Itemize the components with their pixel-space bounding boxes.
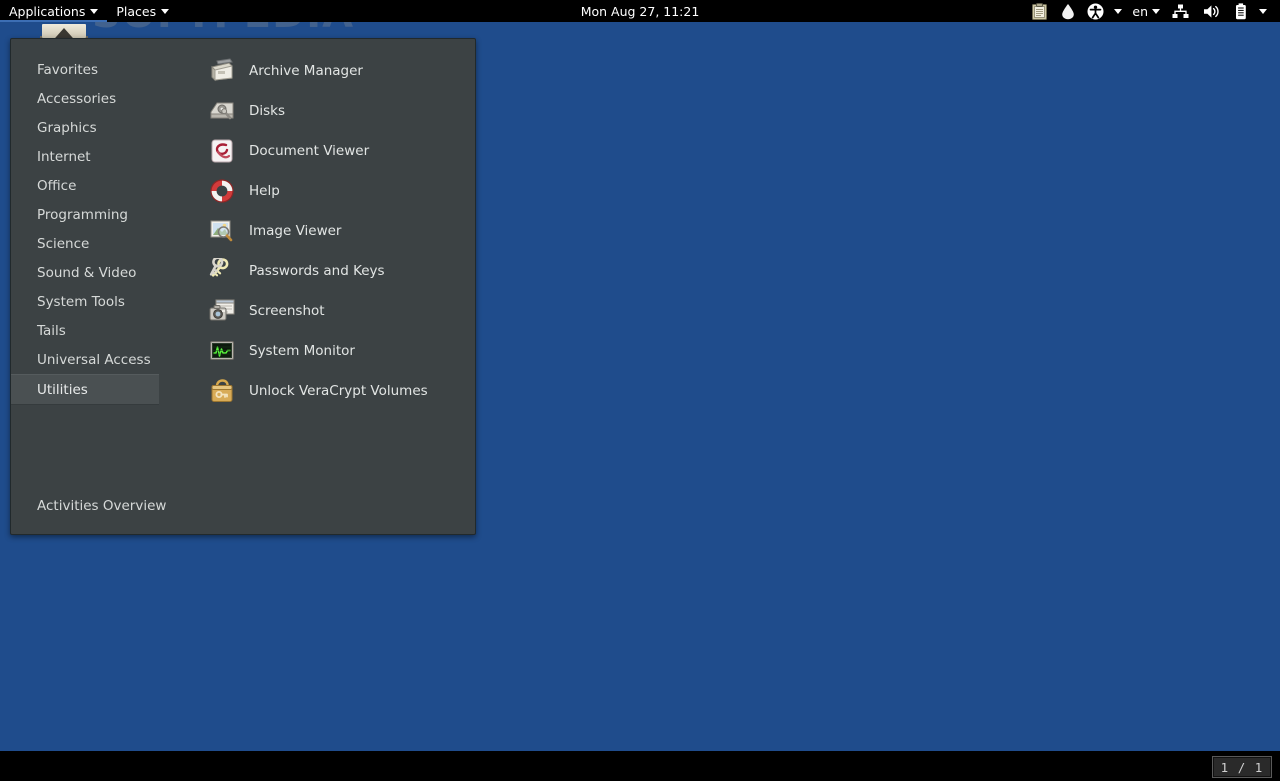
- chevron-down-icon: [1114, 9, 1122, 14]
- app-item-screenshot[interactable]: Screenshot: [159, 291, 475, 331]
- activities-overview-button[interactable]: Activities Overview: [11, 478, 475, 534]
- category-item-accessories[interactable]: Accessories: [11, 84, 159, 113]
- system-menu-dropdown-arrow[interactable]: [1254, 0, 1272, 22]
- clipboard-icon[interactable]: [1025, 0, 1054, 22]
- app-label: System Monitor: [249, 343, 355, 359]
- category-item-science[interactable]: Science: [11, 229, 159, 258]
- disks-icon: [209, 98, 235, 124]
- chevron-down-icon: [1259, 9, 1267, 14]
- app-label: Unlock VeraCrypt Volumes: [249, 383, 428, 399]
- workspace-indicator-label: 1 / 1: [1221, 760, 1264, 775]
- applications-menu-body: Favorites Accessories Graphics Internet …: [11, 39, 475, 478]
- application-list: Archive Manager Disks: [159, 39, 475, 478]
- accessibility-dropdown-arrow[interactable]: [1109, 0, 1127, 22]
- volume-icon[interactable]: [1196, 0, 1228, 22]
- accessibility-icon[interactable]: [1082, 0, 1109, 22]
- category-item-system-tools[interactable]: System Tools: [11, 287, 159, 316]
- app-label: Image Viewer: [249, 223, 341, 239]
- app-item-help[interactable]: Help: [159, 171, 475, 211]
- bottom-bar: 1 / 1: [0, 751, 1280, 781]
- category-label: Tails: [37, 323, 66, 339]
- app-label: Disks: [249, 103, 285, 119]
- app-item-archive-manager[interactable]: Archive Manager: [159, 51, 475, 91]
- category-label: Utilities: [37, 382, 88, 398]
- app-label: Help: [249, 183, 280, 199]
- app-item-system-monitor[interactable]: System Monitor: [159, 331, 475, 371]
- network-icon[interactable]: [1165, 0, 1196, 22]
- app-label: Screenshot: [249, 303, 325, 319]
- category-item-office[interactable]: Office: [11, 171, 159, 200]
- category-label: Programming: [37, 207, 128, 223]
- battery-icon[interactable]: [1228, 0, 1254, 22]
- places-menu-button[interactable]: Places: [107, 0, 178, 22]
- category-label: Sound & Video: [37, 265, 136, 281]
- tor-onion-icon[interactable]: [1054, 0, 1082, 22]
- category-label: Favorites: [37, 62, 98, 78]
- category-item-universal-access[interactable]: Universal Access: [11, 345, 159, 374]
- category-item-utilities[interactable]: Utilities: [11, 374, 159, 405]
- passwords-keys-icon: [209, 258, 235, 284]
- accessibility-icon-glyph: [1087, 3, 1104, 20]
- category-item-sound-video[interactable]: Sound & Video: [11, 258, 159, 287]
- category-item-internet[interactable]: Internet: [11, 142, 159, 171]
- top-panel: Applications Places Mon Aug 27, 11:21: [0, 0, 1280, 22]
- app-label: Archive Manager: [249, 63, 363, 79]
- tor-onion-icon-glyph: [1061, 3, 1075, 20]
- category-item-favorites[interactable]: Favorites: [11, 55, 159, 84]
- system-tray: en: [1025, 0, 1280, 22]
- chevron-down-icon: [161, 9, 169, 14]
- system-monitor-icon: [209, 338, 235, 364]
- chevron-down-icon: [90, 9, 98, 14]
- screen-root: SOFTPEDIA Applications Places Mon Aug 27…: [0, 0, 1280, 781]
- category-label: Universal Access: [37, 352, 151, 368]
- applications-menu-label: Applications: [9, 4, 85, 19]
- applications-menu-button[interactable]: Applications: [0, 0, 107, 22]
- clock-label: Mon Aug 27, 11:21: [581, 4, 700, 19]
- category-label: Graphics: [37, 120, 97, 136]
- help-lifebuoy-icon: [209, 178, 235, 204]
- workspace-indicator[interactable]: 1 / 1: [1212, 756, 1272, 778]
- keyboard-language-label: en: [1132, 4, 1152, 19]
- archive-manager-icon: [209, 58, 235, 84]
- image-viewer-icon: [209, 218, 235, 244]
- clipboard-icon-glyph: [1032, 3, 1047, 20]
- category-label: System Tools: [37, 294, 125, 310]
- battery-icon-glyph: [1235, 3, 1247, 20]
- category-item-programming[interactable]: Programming: [11, 200, 159, 229]
- app-item-unlock-veracrypt-volumes[interactable]: Unlock VeraCrypt Volumes: [159, 371, 475, 411]
- applications-menu-panel: Favorites Accessories Graphics Internet …: [10, 38, 476, 535]
- places-menu-label: Places: [116, 4, 156, 19]
- app-item-passwords-and-keys[interactable]: Passwords and Keys: [159, 251, 475, 291]
- top-panel-left: Applications Places: [0, 0, 178, 22]
- category-item-graphics[interactable]: Graphics: [11, 113, 159, 142]
- keyboard-language-indicator[interactable]: en: [1127, 0, 1165, 22]
- network-icon-glyph: [1172, 4, 1189, 19]
- volume-icon-glyph: [1203, 4, 1221, 19]
- activities-overview-label: Activities Overview: [37, 498, 166, 514]
- app-item-disks[interactable]: Disks: [159, 91, 475, 131]
- app-item-image-viewer[interactable]: Image Viewer: [159, 211, 475, 251]
- app-label: Passwords and Keys: [249, 263, 385, 279]
- app-item-document-viewer[interactable]: Document Viewer: [159, 131, 475, 171]
- category-label: Accessories: [37, 91, 116, 107]
- veracrypt-unlock-icon: [209, 378, 235, 404]
- document-viewer-icon: [209, 138, 235, 164]
- category-label: Science: [37, 236, 89, 252]
- category-item-tails[interactable]: Tails: [11, 316, 159, 345]
- category-label: Office: [37, 178, 76, 194]
- app-label: Document Viewer: [249, 143, 369, 159]
- screenshot-camera-icon: [209, 298, 235, 324]
- category-list: Favorites Accessories Graphics Internet …: [11, 39, 159, 478]
- category-label: Internet: [37, 149, 91, 165]
- chevron-down-icon: [1152, 9, 1160, 14]
